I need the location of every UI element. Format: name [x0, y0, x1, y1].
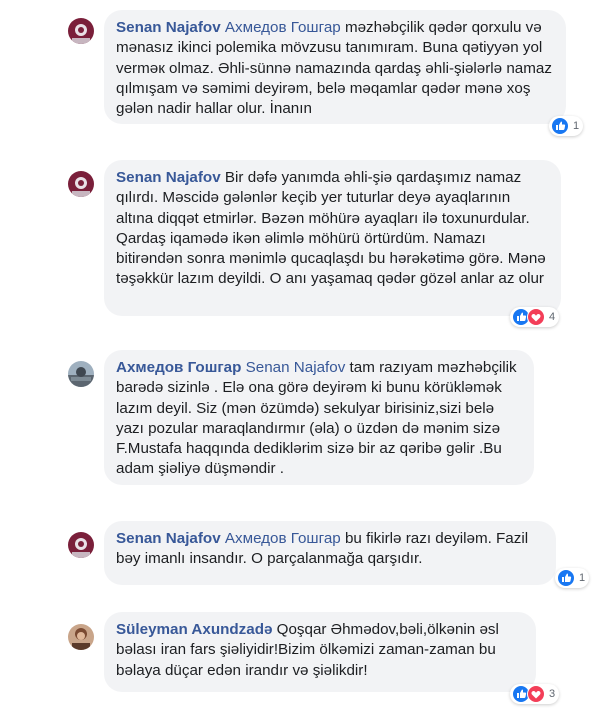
love-icon — [527, 308, 545, 326]
comment-bubble: Senan Najafov Bir dəfə yanımda əhli-şiə … — [104, 160, 561, 316]
comment-bubble: Senan Najafov Ахмедов Гошгар məzhəbçilik… — [104, 10, 566, 124]
comment-text: tam razıyam məzhəbçilik barədə sizinlə .… — [116, 359, 517, 478]
like-icon — [557, 569, 575, 587]
reaction-count: 4 — [549, 311, 556, 323]
love-icon — [527, 685, 545, 703]
comment-bubble: Ахмедов Гошгар Senan Najafov tam razıyam… — [104, 350, 534, 485]
comment-author[interactable]: Senan Najafov — [116, 530, 221, 547]
mention-link[interactable]: Ахмедов Гошгар — [225, 530, 341, 547]
comment-author[interactable]: Süleyman Axundzadə — [116, 621, 272, 638]
comment-author[interactable]: Ахмедов Гошгар — [116, 359, 241, 376]
reaction-count: 1 — [579, 572, 586, 584]
avatar[interactable] — [68, 624, 94, 650]
comment-author[interactable]: Senan Najafov — [116, 19, 221, 36]
comment-bubble: Senan Najafov Ахмедов Гошгар bu fikirlə … — [104, 521, 556, 585]
reaction-summary[interactable]: 3 — [510, 684, 560, 704]
like-icon — [551, 117, 569, 135]
reaction-summary[interactable]: 4 — [510, 307, 560, 327]
mention-link[interactable]: Senan Najafov — [246, 359, 346, 376]
mention-link[interactable]: Ахмедов Гошгар — [225, 19, 341, 36]
reaction-count: 1 — [573, 120, 580, 132]
comment-bubble: Süleyman Axundzadə Qoşqar Əhmədov,bəli,ö… — [104, 612, 536, 692]
reaction-count: 3 — [549, 688, 556, 700]
avatar[interactable] — [68, 361, 94, 387]
avatar[interactable] — [68, 18, 94, 44]
reaction-summary[interactable]: 1 — [549, 116, 584, 136]
comment-author[interactable]: Senan Najafov — [116, 169, 221, 186]
avatar[interactable] — [68, 532, 94, 558]
avatar[interactable] — [68, 171, 94, 197]
comment-text: Bir dəfə yanımda əhli-şiə qardaşımız nam… — [116, 169, 546, 288]
reaction-summary[interactable]: 1 — [555, 568, 590, 588]
